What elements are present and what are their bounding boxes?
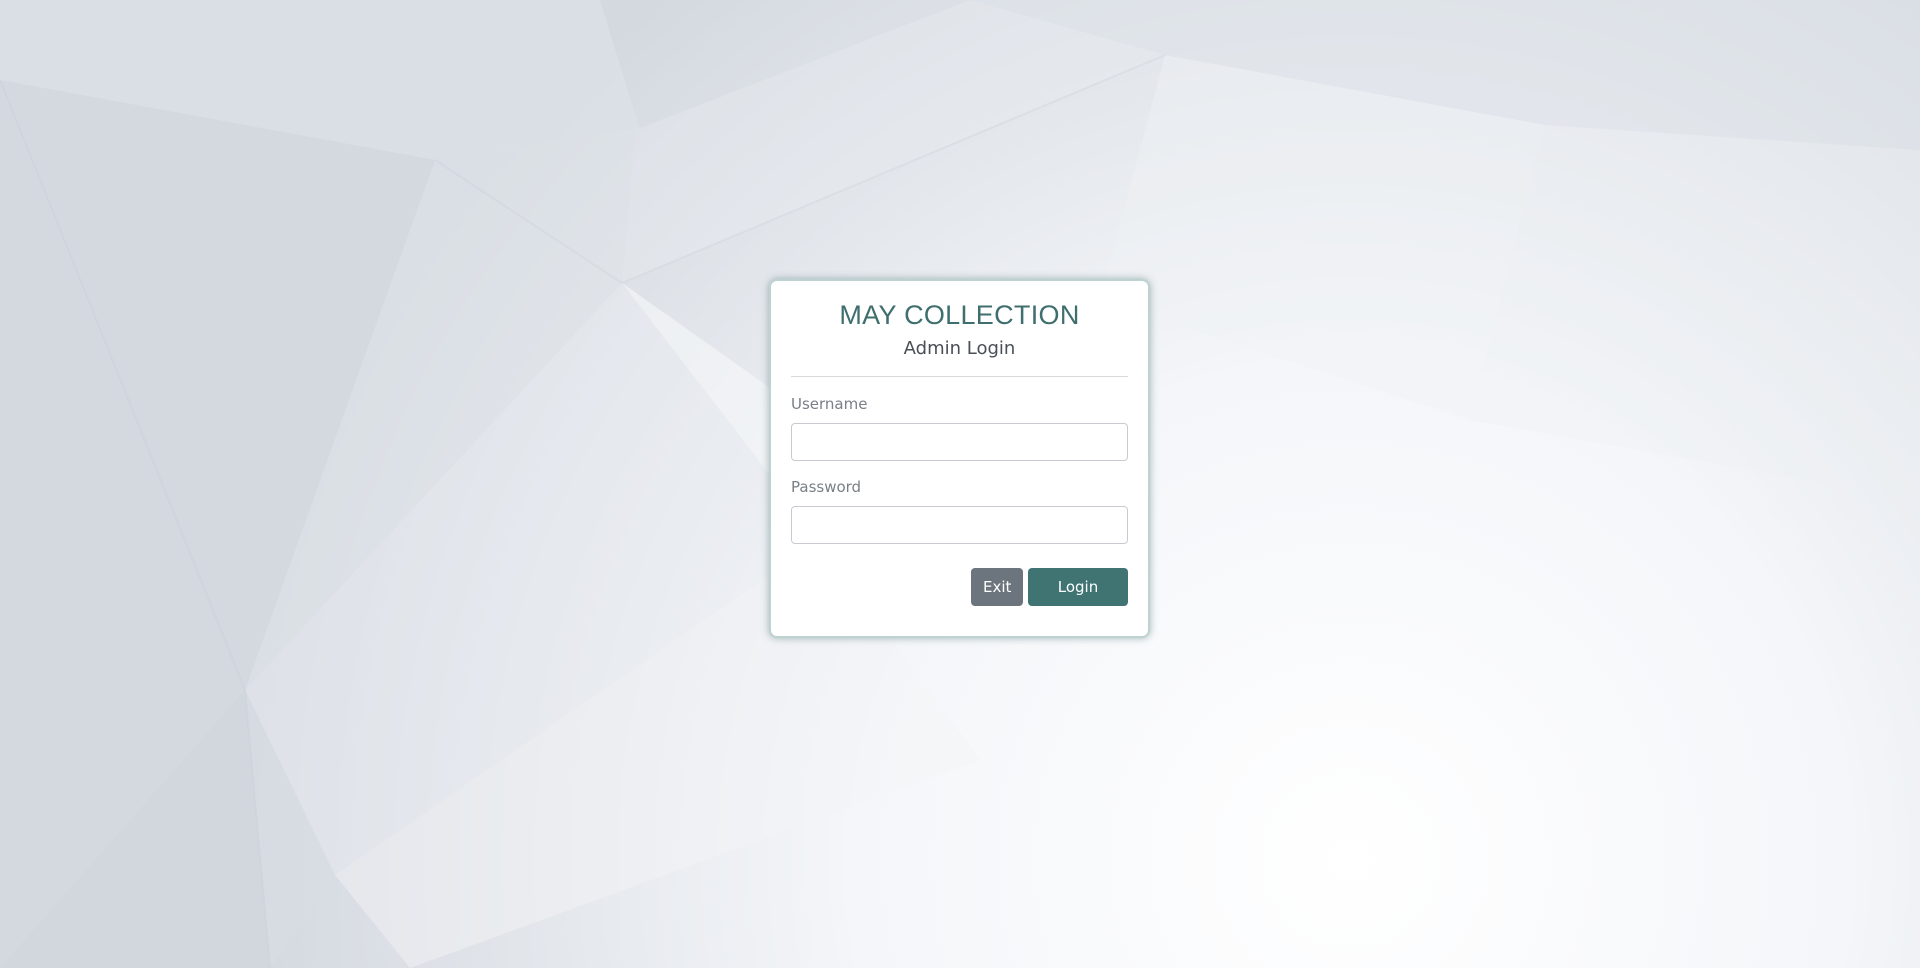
username-input[interactable] bbox=[791, 423, 1128, 461]
login-page: MAY COLLECTION Admin Login Username Pass… bbox=[0, 0, 1920, 968]
brand-title: MAY COLLECTION bbox=[839, 300, 1080, 330]
login-card: MAY COLLECTION Admin Login Username Pass… bbox=[769, 279, 1150, 638]
exit-button[interactable]: Exit bbox=[971, 568, 1023, 606]
username-label: Username bbox=[791, 395, 868, 413]
login-button[interactable]: Login bbox=[1028, 568, 1128, 606]
password-group: Password bbox=[791, 477, 1128, 544]
password-input[interactable] bbox=[791, 506, 1128, 544]
page-subtitle: Admin Login bbox=[903, 338, 1016, 359]
password-label: Password bbox=[791, 478, 862, 496]
form-actions: Exit Login bbox=[791, 568, 1128, 606]
username-group: Username bbox=[791, 394, 1128, 461]
divider bbox=[791, 376, 1128, 377]
